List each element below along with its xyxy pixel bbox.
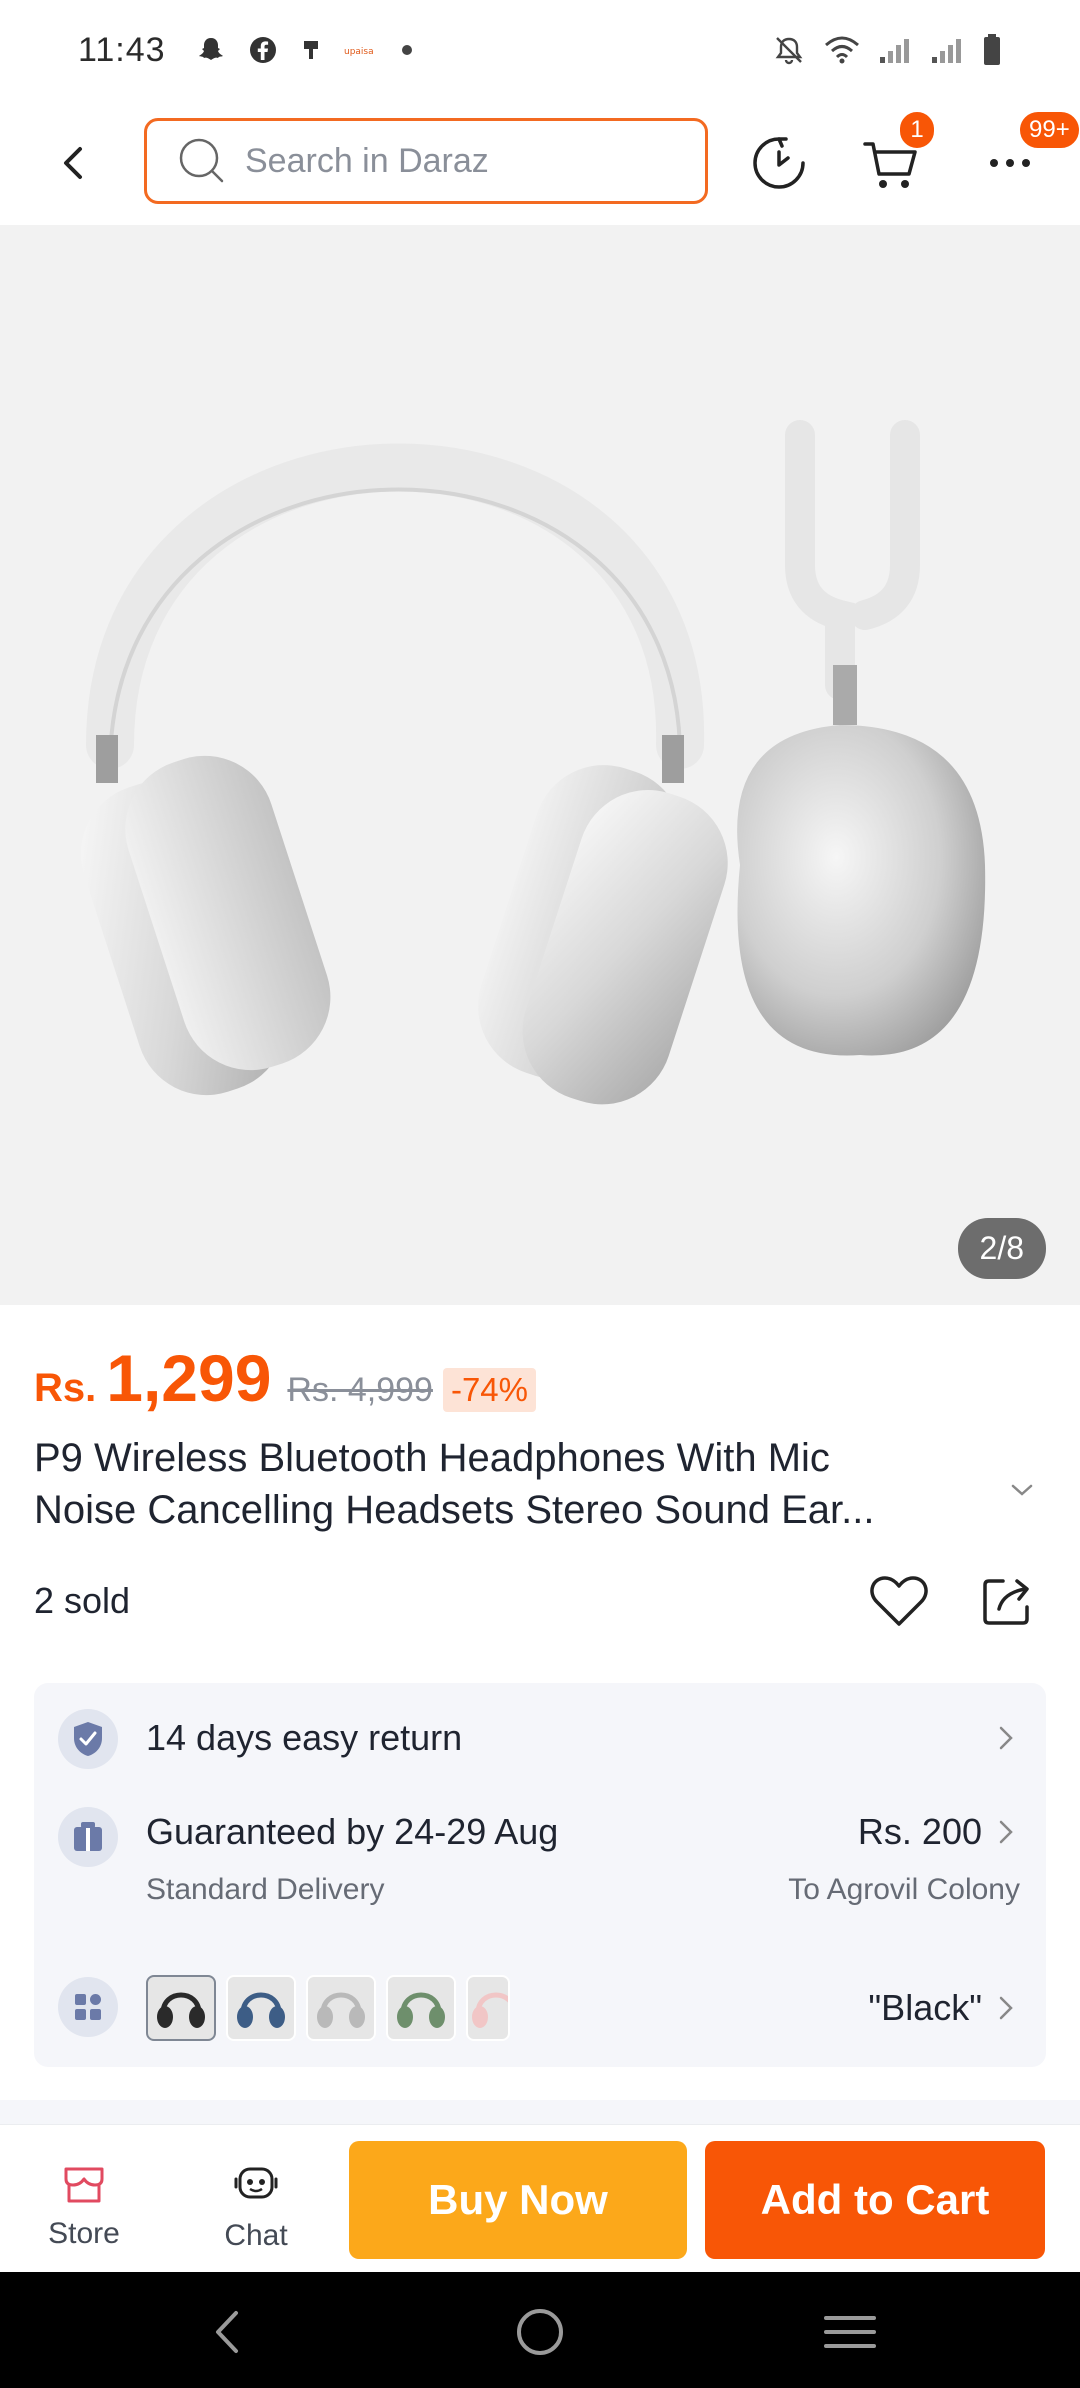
- chat-button[interactable]: Chat: [196, 2165, 316, 2253]
- return-policy-row[interactable]: 14 days easy return: [34, 1683, 1046, 1795]
- price-currency: Rs.: [34, 1366, 97, 1410]
- section-divider: [0, 2100, 1080, 2124]
- variant-swatches: [146, 1975, 510, 2041]
- status-left-icons: upaisa: [196, 35, 414, 65]
- cart-button[interactable]: 1: [858, 110, 936, 196]
- share-button[interactable]: [974, 1568, 1040, 1634]
- sold-count: 2 sold: [34, 1580, 131, 1621]
- nav-menu-icon: [824, 2316, 876, 2348]
- variant-swatch-blue[interactable]: [226, 1975, 296, 2041]
- delivery-location: To Agrovil Colony: [788, 1873, 1020, 1906]
- store-label: Store: [48, 2217, 120, 2250]
- variant-swatch-black[interactable]: [146, 1975, 216, 2041]
- search-placeholder: Search in Daraz: [245, 141, 489, 180]
- expand-title-button[interactable]: [1002, 1470, 1042, 1510]
- selected-variant: "Black": [868, 1987, 982, 2028]
- original-price: Rs. 4,999: [287, 1371, 433, 1409]
- status-bar: 11:43 upaisa: [0, 0, 1080, 100]
- nav-back-icon: [216, 2311, 238, 2353]
- wishlist-button[interactable]: [866, 1568, 932, 1634]
- nav-back-button[interactable]: [198, 2302, 258, 2362]
- more-button[interactable]: 99+: [978, 110, 1080, 196]
- headphones-black-thumb: [157, 1992, 205, 2028]
- add-to-cart-button[interactable]: Add to Cart: [705, 2141, 1045, 2259]
- top-header: Search in Daraz 1 99+: [0, 100, 1080, 225]
- chat-icon: [234, 2167, 278, 2199]
- service-info-card: 14 days easy return Guaranteed by 24-29 …: [34, 1683, 1046, 2067]
- store-button[interactable]: Store: [24, 2165, 144, 2251]
- more-icon: [990, 159, 1030, 167]
- shield-check-icon: [58, 1709, 118, 1769]
- headphones-pink-thumb: [472, 1992, 508, 2028]
- delivery-fee: Rs. 200: [857, 1811, 982, 1852]
- delivery-row[interactable]: Guaranteed by 24-29 Aug Standard Deliver…: [34, 1795, 1046, 1945]
- delivery-type-text: Standard Delivery: [146, 1873, 385, 1906]
- status-time: 11:43: [78, 30, 166, 69]
- usb-icon: [300, 37, 322, 63]
- chevron-right-icon: [994, 1817, 1018, 1847]
- refresh-icon: [753, 137, 805, 189]
- chevron-right-icon: [994, 1723, 1018, 1753]
- status-right-icons: [772, 33, 1002, 67]
- heart-icon: [870, 1576, 928, 1626]
- delivery-guarantee-text: Guaranteed by 24-29 Aug: [146, 1811, 559, 1852]
- delivery-box-icon: [58, 1807, 118, 1867]
- variant-swatch-silver[interactable]: [306, 1975, 376, 2041]
- price-value: 1,299: [106, 1341, 272, 1415]
- product-title: P9 Wireless Bluetooth Headphones With Mi…: [34, 1432, 984, 1536]
- cart-badge: 1: [898, 110, 936, 150]
- variant-swatch-pink[interactable]: [466, 1975, 510, 2041]
- more-badge: 99+: [1018, 110, 1080, 150]
- chat-label: Chat: [224, 2219, 288, 2252]
- product-image-gallery[interactable]: 2/8: [0, 225, 1080, 1305]
- nav-recents-button[interactable]: [820, 2302, 880, 2362]
- share-icon: [983, 1579, 1029, 1625]
- back-button[interactable]: [48, 134, 98, 192]
- bottom-action-bar: Store Chat Buy Now Add to Cart: [0, 2124, 1080, 2272]
- facebook-icon: [248, 35, 278, 65]
- history-button[interactable]: [746, 130, 812, 196]
- buy-now-button[interactable]: Buy Now: [349, 2141, 687, 2259]
- system-nav-bar: [0, 2272, 1080, 2388]
- headphones-green-thumb: [397, 1992, 445, 2028]
- upaisa-icon: upaisa: [344, 43, 378, 57]
- headphones-image: [80, 420, 986, 1105]
- price-row: Rs. 1,299 Rs. 4,999 -74%: [34, 1340, 536, 1416]
- store-icon: [64, 2167, 104, 2203]
- variant-row[interactable]: "Black": [34, 1945, 1046, 2067]
- battery-icon: [982, 33, 1002, 67]
- signal-icon: [930, 35, 964, 65]
- chevron-down-icon: [1011, 1484, 1033, 1496]
- svg-text:upaisa: upaisa: [344, 47, 374, 57]
- grid-icon: [58, 1977, 118, 2037]
- discount-badge: -74%: [442, 1368, 536, 1412]
- search-input[interactable]: Search in Daraz: [144, 118, 708, 204]
- snapchat-icon: [196, 35, 226, 65]
- return-policy-text: 14 days easy return: [146, 1717, 463, 1758]
- search-icon: [179, 138, 224, 183]
- mute-bell-icon: [772, 33, 806, 67]
- chevron-left-icon: [64, 147, 82, 179]
- signal-icon: [878, 35, 912, 65]
- headphones-blue-thumb: [237, 1992, 285, 2028]
- wifi-icon: [824, 35, 860, 65]
- nav-home-button[interactable]: [510, 2302, 570, 2362]
- headphones-silver-thumb: [317, 1992, 365, 2028]
- nav-home-icon: [517, 2309, 563, 2355]
- chevron-right-icon: [994, 1993, 1018, 2023]
- product-title-line2: Noise Cancelling Headsets Stereo Sound E…: [34, 1488, 875, 1532]
- variant-swatch-green[interactable]: [386, 1975, 456, 2041]
- image-counter: 2/8: [957, 1218, 1046, 1279]
- dot-icon: [400, 43, 414, 57]
- product-title-line1: P9 Wireless Bluetooth Headphones With Mi…: [34, 1436, 830, 1480]
